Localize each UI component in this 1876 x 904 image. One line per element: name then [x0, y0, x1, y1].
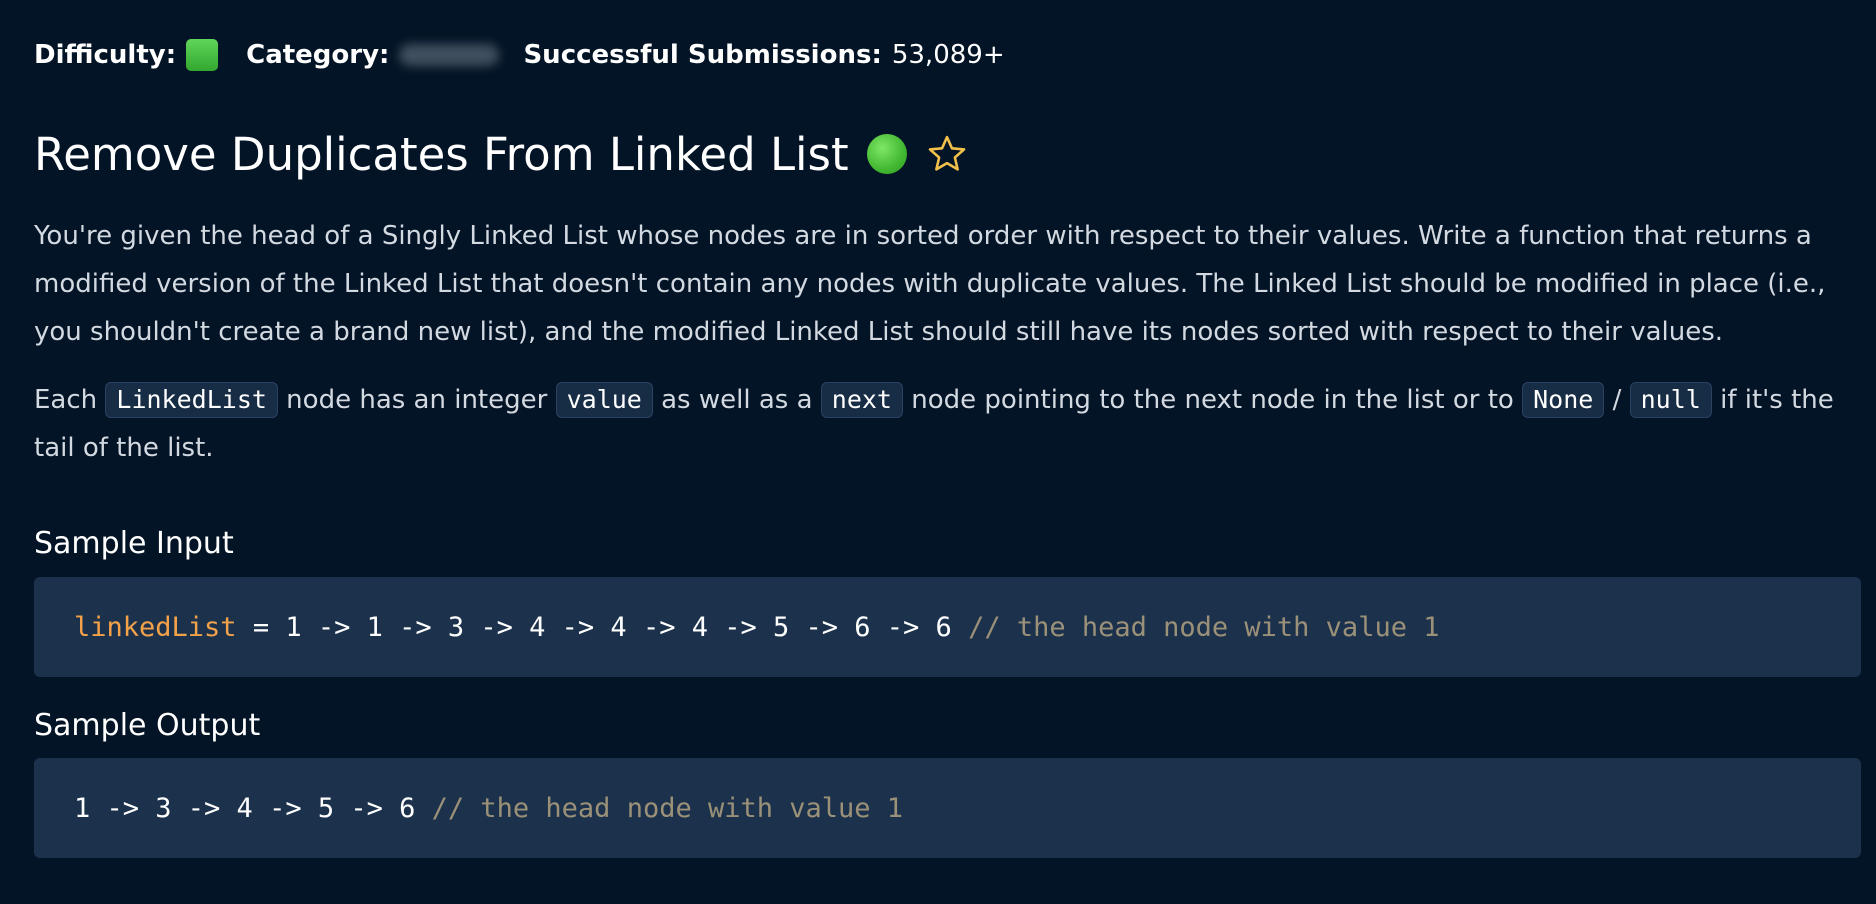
submissions-value: 53,089+: [891, 40, 1005, 70]
sample-output-code-block: 1 -> 3 -> 4 -> 5 -> 6 // the head node w…: [34, 758, 1861, 858]
problem-description: You're given the head of a Singly Linked…: [34, 212, 1844, 472]
inline-code-none: None: [1522, 382, 1605, 418]
description-text: node pointing to the next node in the li…: [903, 385, 1523, 415]
category-value-blurred: [399, 44, 500, 66]
description-text: as well as a: [652, 385, 821, 415]
inline-code-next: next: [820, 382, 903, 418]
description-paragraph-1: You're given the head of a Singly Linked…: [34, 221, 1826, 347]
sample-input-variable: linkedList: [74, 611, 237, 643]
category-group: Category:: [246, 36, 500, 74]
sample-output-code: 1 -> 3 -> 4 -> 5 -> 6: [74, 792, 432, 824]
submissions-label: Successful Submissions:: [523, 40, 882, 70]
difficulty-easy-icon: [186, 39, 219, 71]
submissions-group: Successful Submissions: 53,089+: [523, 36, 1004, 74]
description-paragraph-2: Each LinkedList node has an integer valu…: [34, 376, 1844, 472]
sample-input-code-block: linkedList = 1 -> 1 -> 3 -> 4 -> 4 -> 4 …: [34, 577, 1861, 677]
sample-input-code: = 1 -> 1 -> 3 -> 4 -> 4 -> 4 -> 5 -> 6 -…: [236, 611, 969, 643]
sample-output-comment: // the head node with value 1: [431, 792, 904, 824]
green-dot-icon: [866, 134, 907, 174]
inline-code-null: null: [1629, 382, 1712, 418]
inline-code-linkedlist: LinkedList: [105, 382, 278, 418]
difficulty-group: Difficulty:: [34, 36, 219, 74]
sample-input-comment: // the head node with value 1: [968, 611, 1440, 643]
problem-meta-row: Difficulty: Category: Successful Submiss…: [34, 36, 1842, 74]
title-row: Remove Duplicates From Linked List: [34, 124, 1842, 184]
description-text: node has an integer: [277, 385, 556, 415]
description-text: Each: [34, 385, 106, 415]
inline-code-value: value: [555, 382, 653, 418]
sample-output-heading: Sample Output: [34, 708, 261, 743]
star-outline-icon[interactable]: [925, 132, 969, 176]
page-title: Remove Duplicates From Linked List: [34, 127, 849, 181]
description-text: /: [1604, 385, 1630, 415]
category-label: Category:: [246, 40, 390, 70]
problem-page: Difficulty: Category: Successful Submiss…: [0, 0, 1876, 904]
sample-input-heading: Sample Input: [34, 526, 234, 561]
difficulty-label: Difficulty:: [34, 40, 177, 70]
